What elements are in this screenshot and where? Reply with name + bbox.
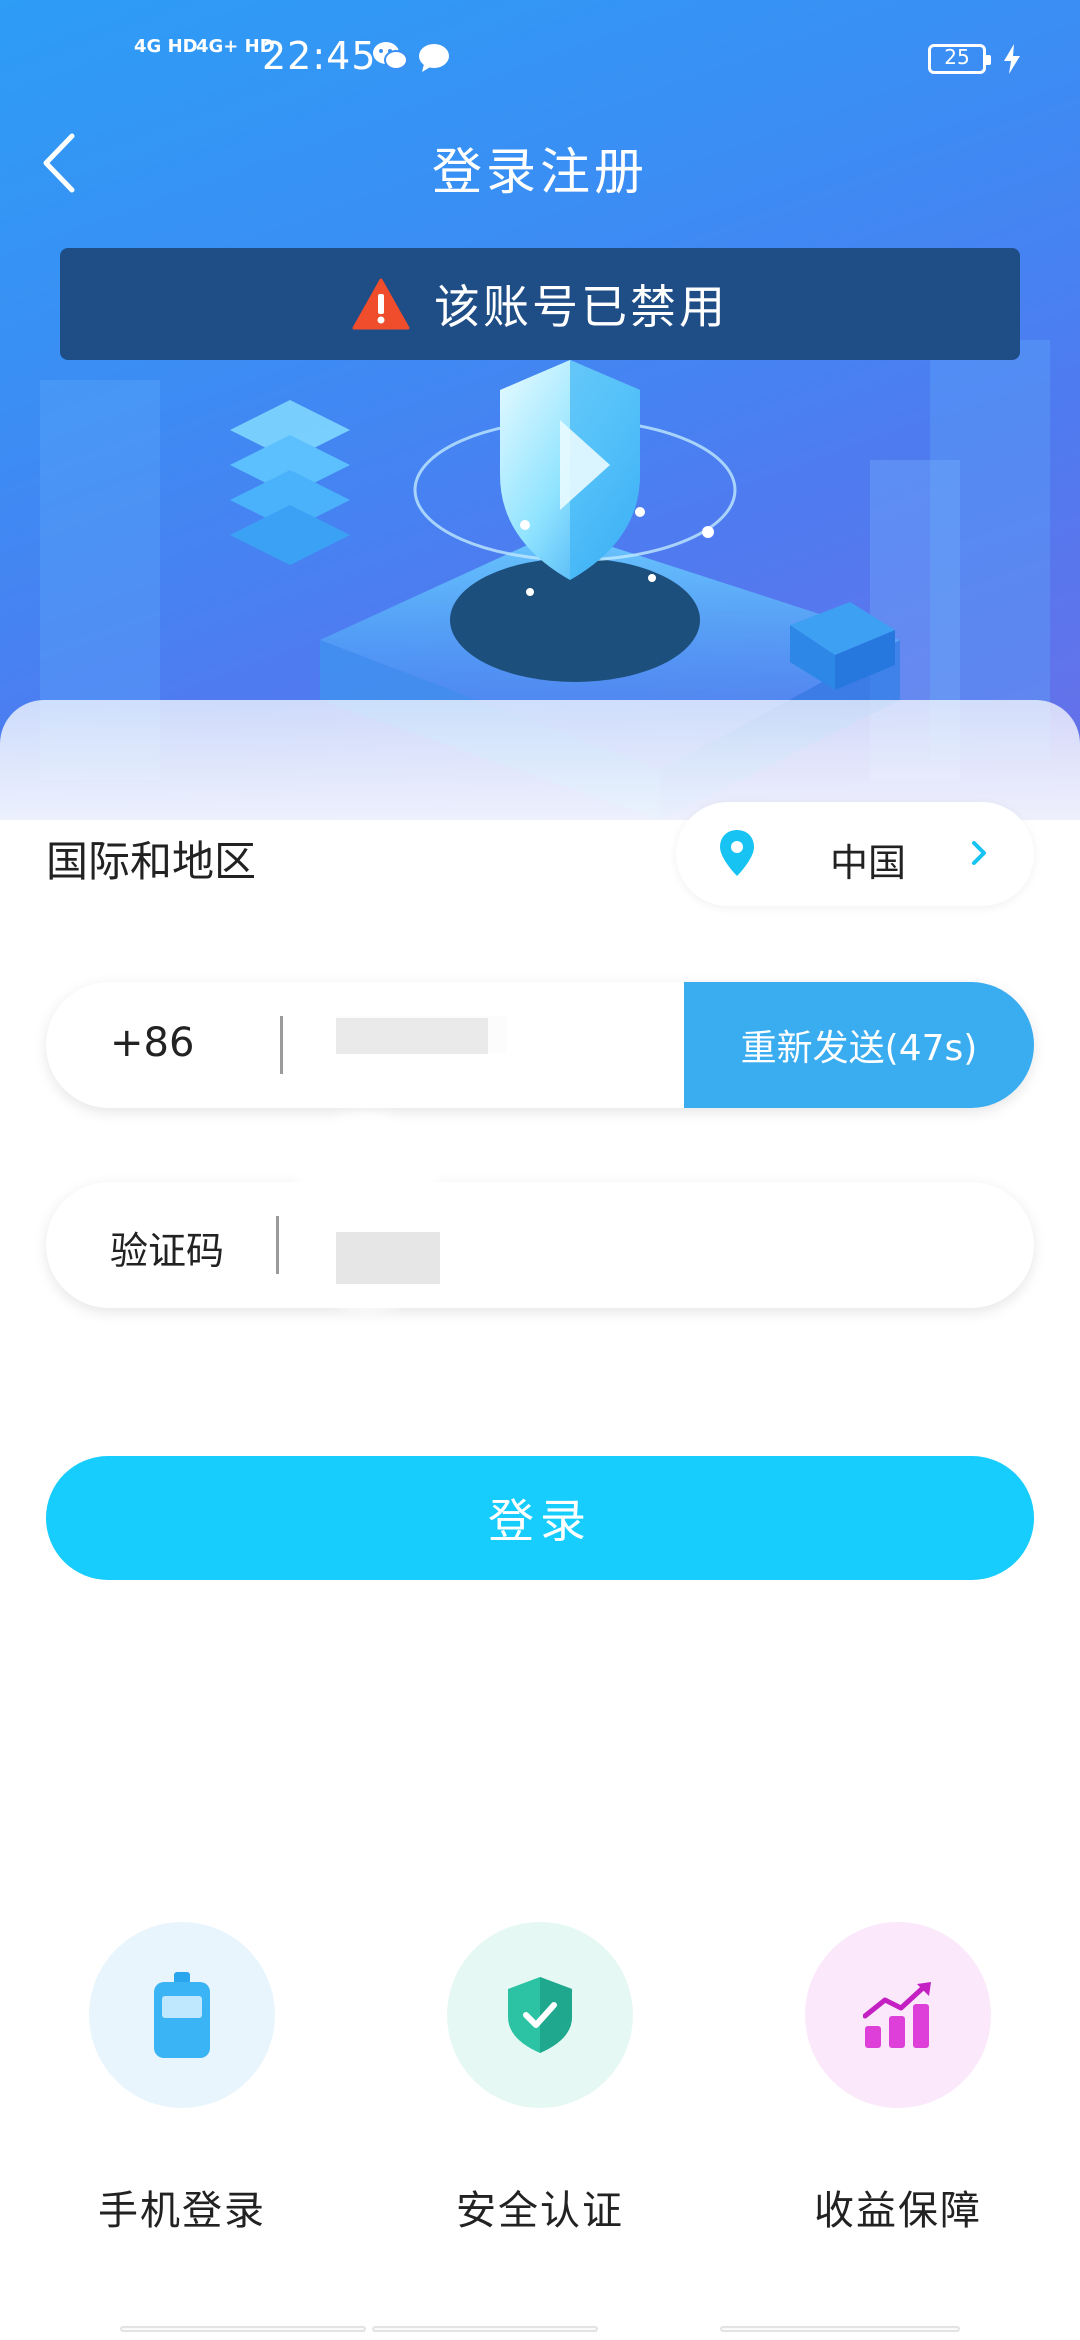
feature-label: 安全认证 [456, 2188, 624, 2234]
hero-background [0, 0, 1080, 820]
verification-code-row: 验证码 [46, 1112, 1034, 1312]
redacted-phone-number-mask [336, 1018, 488, 1054]
message-icon [419, 44, 449, 72]
signal-1-indicator: 4G HD [134, 36, 198, 57]
shield-check-icon [508, 1977, 572, 2053]
chevron-right-icon [972, 841, 986, 865]
warning-icon [352, 278, 410, 330]
status-bar: 4G HD 4G+ HD 22:45 25 [0, 0, 1080, 120]
verification-code-label: 验证码 [110, 1229, 225, 1273]
page-title: 登录注册 [432, 143, 648, 201]
feature-label: 收益保障 [814, 2188, 982, 2234]
feature-phone-login: 手机登录 [62, 1922, 302, 2236]
banner-text: 该账号已禁用 [434, 280, 728, 334]
redacted-verification-code [336, 1232, 440, 1284]
feature-label: 手机登录 [98, 2188, 266, 2234]
login-button[interactable]: 登录 [46, 1456, 1034, 1580]
bottom-decoration [120, 2326, 960, 2336]
clock-time: 22:45 [262, 34, 377, 78]
feature-income-guarantee: 收益保障 [778, 1922, 1018, 2236]
location-pin-icon [720, 830, 754, 876]
growth-chart-icon [863, 1982, 931, 2048]
region-selector[interactable]: 中国 [676, 802, 1034, 906]
region-label: 国际和地区 [46, 837, 257, 886]
region-value: 中国 [830, 841, 907, 885]
wechat-icon [373, 42, 408, 70]
resend-code-button[interactable]: 重新发送(47s) [684, 982, 1034, 1108]
account-banned-banner: 该账号已禁用 [60, 248, 1020, 360]
login-screen: 4G HD 4G+ HD 22:45 25 登录注册 该账号已禁用 国际和地区 … [0, 0, 1080, 2340]
battery-level: 25 [944, 45, 970, 69]
country-code[interactable]: +86 [110, 1020, 194, 1066]
feature-icon-circle [447, 1922, 633, 2108]
feature-icon-circle [89, 1922, 275, 2108]
phone-number-row: +86 重新发送(47s) [46, 982, 1034, 1108]
charging-icon [1004, 44, 1020, 74]
phone-icon [154, 1972, 210, 2058]
battery-icon: 25 [928, 44, 991, 74]
feature-icon-circle [805, 1922, 991, 2108]
feature-security-certification: 安全认证 [420, 1922, 660, 2236]
